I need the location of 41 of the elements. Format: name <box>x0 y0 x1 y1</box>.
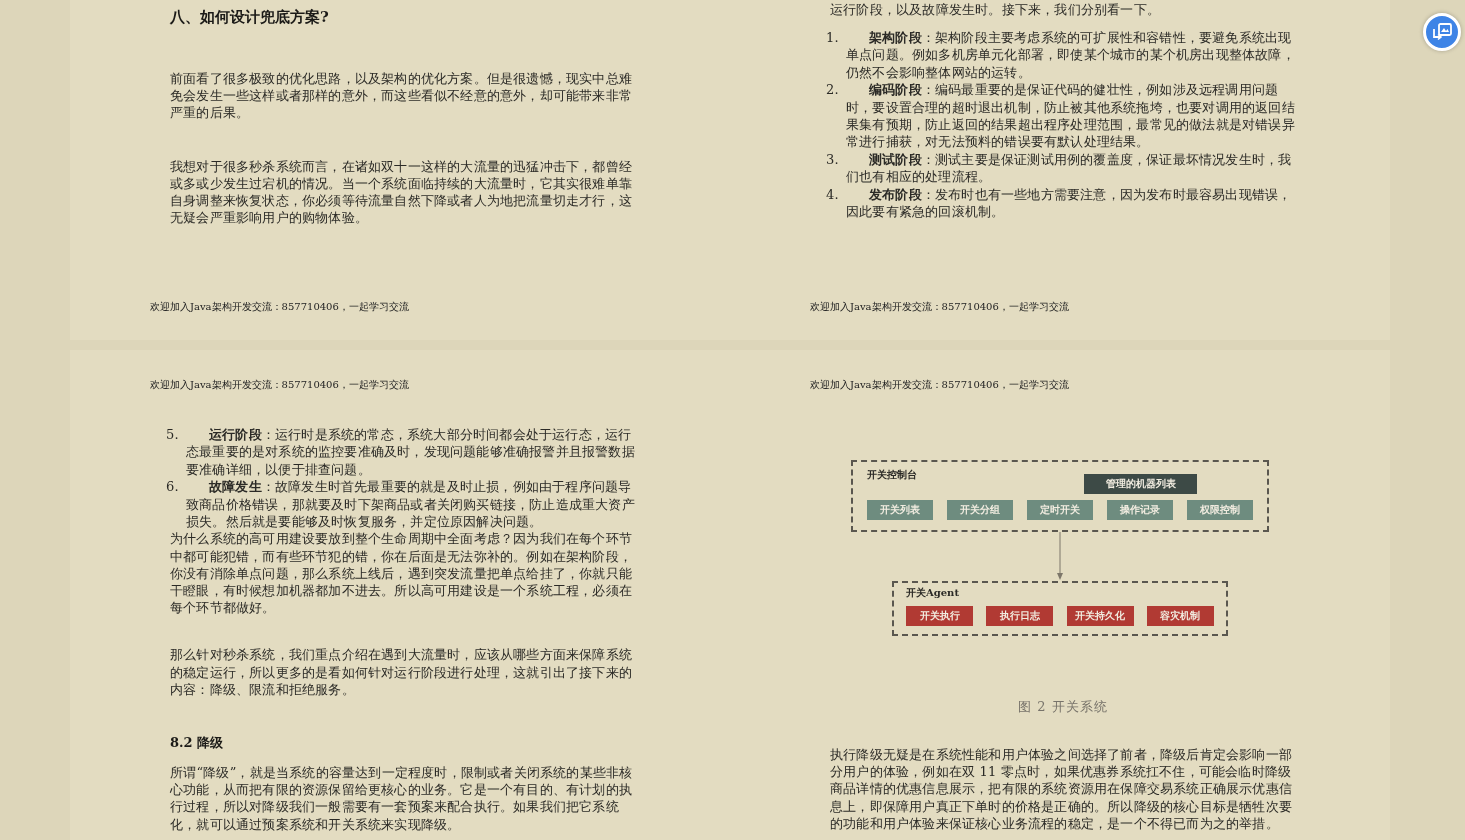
list-number: 6. <box>166 478 180 497</box>
list-item-text: 故障发生：故障发生时首先最重要的就是及时止损，例如由于程序问题导致商品价格错误，那就要及时下架商品或者关闭购买链接，防止造成重大资产损失。然后就是要能够及时恢复服务，并定位原因解决问题。 <box>186 478 636 531</box>
paragraph: 我想对于很多秒杀系统而言，在诸如双十一这样的大流量的迅猛冲击下，都曾经或多或少发生过宕机的情况。当一个系统面临持续的大流量时，它其实很难单靠自身调整来恢复状态，你必须等待流量自然下降或者人为地把流量切走才行，这无疑会严重影响用户的购物体验。 <box>170 157 633 227</box>
page-header: 欢迎加入Java架构开发交流：857710406，一起学习交流 <box>810 378 1070 392</box>
paragraph: 所谓“降级”，就是当系统的容量达到一定程度时，限制或者关闭系统的某些非核心功能，从而把有限的资源保留给更核心的业务。它是一个有目的、有计划的执行过程，所以对降级我们一般需要有一套预案来配合执行。如果我们把它系统化，就可以通过预案系统和开关系统来实现降级。 <box>170 764 634 833</box>
window-swap-icon <box>1432 23 1452 41</box>
diagram-node: 定时开关 <box>1027 500 1093 520</box>
page-header: 欢迎加入Java架构开发交流：857710406，一起学习交流 <box>150 378 410 392</box>
page-footer: 欢迎加入Java架构开发交流：857710406，一起学习交流 <box>810 300 1390 314</box>
diagram-node: 管理的机器列表 <box>1084 474 1197 494</box>
floating-action-button[interactable] <box>1423 13 1461 51</box>
list-item-text: 测试阶段：测试主要是保证测试用例的覆盖度，保证最坏情况发生时，我们也有相应的处理流程。 <box>846 150 1293 186</box>
list-item-text: 发布阶段：发布时也有一些地方需要注意，因为发布时最容易出现错误，因此要有紧急的回滚机制。 <box>846 185 1293 221</box>
section-heading: 八、如何设计兜底方案? <box>170 7 330 28</box>
list-number: 1. <box>826 29 840 47</box>
list-item-text: 编码阶段：编码最重要的是保证代码的健壮性，例如涉及远程调用问题时，要设置合理的超时退出机制，防止被其他系统拖垮，也要对调用的返回结果集有预期，防止返回的结果超出程序处理范围，最常见的做法就是对错误异常进行捕获，对无法预料的错误要有默认处理结果。 <box>846 81 1296 151</box>
list-number: 4. <box>826 185 840 204</box>
diagram-node: 执行日志 <box>986 606 1054 626</box>
diagram-node: 操作记录 <box>1107 500 1173 520</box>
connector-arrow <box>1055 532 1065 581</box>
diagram-node: 开关列表 <box>867 500 933 520</box>
list-item-text: 架构阶段：架构阶段主要考虑系统的可扩展性和容错性，要避免系统出现单点问题。例如多机房单元化部署，即使某个城市的某个机房出现整体故障，仍然不会影响整体网站的运转。 <box>846 29 1296 82</box>
paragraph: 运行阶段，以及故障发生时。接下来，我们分别看一下。 <box>830 2 1161 17</box>
list-item-text: 运行阶段：运行时是系统的常态，系统大部分时间都会处于运行态，运行态最重要的是对系统的监控要准确及时，发现问题能够准确报警并且报警数据要准确详细，以便于排查问题。 <box>186 426 636 479</box>
list-number: 2. <box>826 81 840 100</box>
diagram-node: 开关分组 <box>947 500 1013 520</box>
diagram-node: 权限控制 <box>1187 500 1253 520</box>
diagram-node: 容灾机制 <box>1147 606 1214 626</box>
diagram-node: 开关执行 <box>906 606 973 626</box>
diagram-node: 开关持久化 <box>1066 606 1134 626</box>
group-label: 开关Agent <box>906 586 960 600</box>
paragraph: 那么针对秒杀系统，我们重点介绍在遇到大流量时，应该从哪些方面来保障系统的稳定运行，所以更多的是看如何针对运行阶段进行处理，这就引出了接下来的内容：降级、限流和拒绝服务。 <box>170 646 633 699</box>
figure-caption: 图 2 开关系统 <box>1017 698 1109 716</box>
list-number: 5. <box>166 426 180 444</box>
list-number: 3. <box>826 150 840 169</box>
group-label: 开关控制台 <box>867 468 917 482</box>
page-footer: 欢迎加入Java架构开发交流：857710406，一起学习交流 <box>150 300 730 314</box>
subsection-heading: 8.2 降级 <box>170 734 225 753</box>
paragraph: 执行降级无疑是在系统性能和用户体验之间选择了前者，降级后肯定会影响一部分用户的体验，例如在双 11 零点时，如果优惠券系统扛不住，可能会临时降级商品详情的优惠信息展示，把有限的系统资源用在保障交易系统正确展示优惠信息上，即保障用户真正下单时的价格是正确的。所以降级的核心目标是牺牲次要的功能和用户体验来保证核心业务流程的稳定，是一个不得已而为之的举措。 <box>830 746 1293 832</box>
paragraph: 前面看了很多极致的优化思路，以及架构的优化方案。但是很遗憾，现实中总难免会发生一些这样或者那样的意外，而这些看似不经意的意外，却可能带来非常严重的后果。 <box>170 70 633 122</box>
paragraph: 为什么系统的高可用建设要放到整个生命周期中全面考虑？因为我们在每个环节中都可能犯错，而有些环节犯的错，你在后面是无法弥补的。例如在架构阶段，你没有消除单点问题，那么系统上线后，遇到突发流量把单点给挂了，你就只能干瞪眼，有时候想加机器都加不进去。所以高可用建设是一个系统工程，必须在每个环节都做好。 <box>170 530 633 617</box>
